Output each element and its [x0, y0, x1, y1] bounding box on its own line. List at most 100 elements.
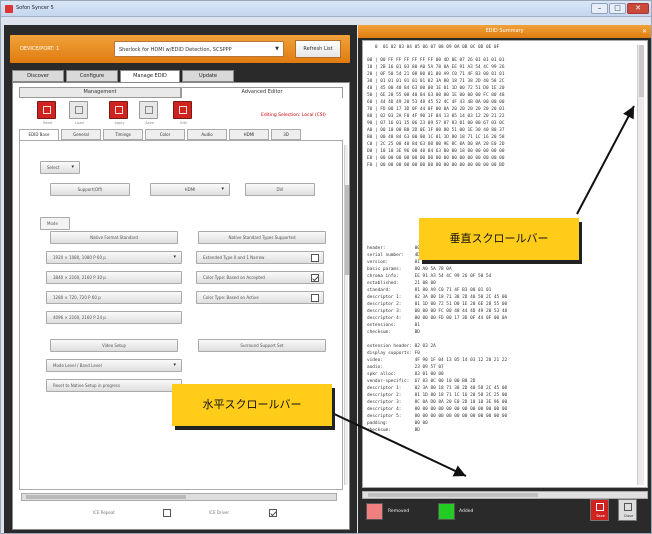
dvi-button[interactable]: DVI [245, 183, 315, 196]
checkbox-1[interactable] [311, 254, 319, 262]
refresh-list-button[interactable]: Refresh List [295, 40, 341, 58]
checkbox-2[interactable] [311, 274, 319, 282]
decoded-line: checksum: BD [367, 330, 420, 335]
tab-audio[interactable]: Audio [187, 129, 227, 140]
maximize-button[interactable]: □ [609, 3, 626, 14]
left-vertical-scrollbar[interactable] [344, 145, 349, 485]
ice-driver-checkbox[interactable] [269, 509, 277, 517]
decoded-line: descriptor 4: 00 00 00 FD 00 17 3D 0F 44… [367, 316, 508, 321]
video-setup-button[interactable]: Video Setup [50, 339, 178, 352]
edit-label: Edit [180, 121, 187, 125]
left-pane: DEVICE/PORT: 1 Sherlock for HDMI w/EDID … [4, 25, 357, 533]
decoded-line: extensions: 01 [367, 323, 420, 328]
option-row-3[interactable]: Color Type: Based on Active [196, 291, 324, 304]
hdmi-select-value: HDMI [184, 187, 196, 192]
device-select-value: Sherlock for HDMI w/EDID Detection, SCSP… [119, 47, 232, 53]
tab-update[interactable]: Update [182, 70, 234, 82]
left-horizontal-scroll-thumb[interactable] [26, 495, 186, 499]
title-bar: Sofon Syncer 5 – □ ✕ [1, 1, 651, 17]
vertical-scrollbar[interactable] [637, 45, 644, 485]
edid-summary-pane: EDID Summary ✕ 0 01 02 03 04 05 06 07 08… [358, 25, 651, 533]
save-button[interactable]: Save [139, 101, 158, 125]
hex-row: 60 | 44 4D 49 20 53 48 45 52 4C 4F 43 4B… [367, 100, 505, 105]
app-window: Sofon Syncer 5 – □ ✕ DEVICE/PORT: 1 Sher… [0, 0, 652, 534]
checkbox-3[interactable] [311, 294, 319, 302]
summary-close-button[interactable]: Close [618, 499, 637, 521]
decoded-line: display supports: F0 [367, 351, 420, 356]
hex-row: D0 | 10 10 3E 96 00 40 84 63 00 00 18 00… [367, 149, 505, 154]
device-select[interactable]: Sherlock for HDMI w/EDID Detection, SCSP… [114, 41, 284, 57]
tab-color[interactable]: Color [145, 129, 185, 140]
read-button[interactable]: Read [37, 101, 56, 125]
summary-save-button[interactable]: Save [590, 499, 609, 521]
added-label: Added [459, 509, 474, 514]
resolution-row-2[interactable]: 3840 × 2160, 2160 P 30 p [46, 271, 182, 284]
minimize-button[interactable]: – [591, 3, 608, 14]
device-bar: DEVICE/PORT: 1 Sherlock for HDMI w/EDID … [10, 35, 350, 63]
save-icon [145, 106, 153, 114]
edid-summary-title: EDID Summary [485, 28, 524, 34]
summary-close-label: Close [623, 514, 634, 518]
option-row-2[interactable]: Color Type: Based on Accepted [196, 271, 324, 284]
close-icon[interactable]: ✕ [642, 25, 647, 38]
hex-column-header: 0 01 02 03 04 05 06 07 08 09 0A 0B 0C 0D… [367, 45, 500, 50]
resolution-row-4[interactable]: 4096 × 2160, 2160 P 24 p [46, 311, 182, 324]
native-types-button[interactable]: Native Standard Types Supported [198, 231, 326, 244]
tab-configure[interactable]: Configure [66, 70, 118, 82]
decoded-fields: header: 00 FF FF FF FF FF FF 00serial nu… [367, 245, 507, 434]
save-label: Save [145, 121, 154, 125]
decoded-line: descriptor 5: 00 00 00 00 00 00 00 00 00… [367, 414, 508, 419]
left-horizontal-scrollbar[interactable] [21, 493, 337, 501]
horizontal-scroll-thumb[interactable] [368, 493, 538, 497]
chevron-down-icon: ▼ [275, 46, 279, 52]
load-icon [75, 106, 83, 114]
horizontal-scrollbar[interactable] [362, 491, 648, 499]
tab-edid-base[interactable]: EDID Base [19, 129, 59, 140]
tab-advanced-editor[interactable]: Advanced Editor [181, 87, 343, 98]
surround-support-button[interactable]: Surround Support Set [198, 339, 326, 352]
tab-discover[interactable]: Discover [12, 70, 64, 82]
hex-row: 10 | 2B 16 01 03 80 A0 5A 78 0A EE 91 A3… [367, 65, 505, 70]
edit-icon [179, 106, 187, 114]
summary-save-label: Save [596, 514, 605, 518]
apply-button[interactable]: Apply [109, 101, 128, 125]
tab-timings[interactable]: Timings [103, 129, 143, 140]
resolution-select-1[interactable]: 1920 × 1080, 1080 P 60 p ▾ [46, 251, 182, 264]
select-dropdown[interactable]: Select ▾ [40, 161, 80, 174]
load-button[interactable]: Load [69, 101, 88, 125]
hex-view: 0 01 02 03 04 05 06 07 08 09 0A 0B 0C 0D… [362, 40, 648, 488]
decoded-line: descriptor 3: 8C 0A D0 8A 20 E0 2D 10 10… [367, 400, 508, 405]
close-button[interactable]: ✕ [627, 3, 649, 14]
mode-level-select[interactable]: Mode Level / Band Level ▾ [46, 359, 182, 372]
ice-repeat-checkbox[interactable] [163, 509, 171, 517]
hex-row: 40 | 45 00 40 84 63 00 00 1E 01 1D 00 72… [367, 86, 505, 91]
edit-button[interactable]: Edit [173, 101, 192, 125]
hex-row: A0 | 00 10 00 B8 2D 0E 1F 00 80 51 00 1E… [367, 128, 505, 133]
hex-row: E0 | 00 00 00 00 00 00 00 00 00 00 00 00… [367, 156, 505, 161]
option-row-1[interactable]: Extended Type 0 and 1 Narrow [196, 251, 324, 264]
tab-management[interactable]: Management [19, 87, 181, 98]
native-format-button[interactable]: Native Format Standard [50, 231, 178, 244]
apply-label: Apply [114, 121, 125, 125]
hex-row: F0 | 00 00 00 00 00 00 00 00 00 00 00 00… [367, 163, 505, 168]
decoded-line: checksum: BD [367, 428, 420, 433]
load-label: Load [75, 121, 84, 125]
read-icon [43, 106, 51, 114]
mode-label: Mode [40, 217, 70, 230]
resolution-row-3[interactable]: 1280 × 720, 720 P 60 p [46, 291, 182, 304]
decoded-line: descriptor 1: 02 3A 80 18 71 38 2D 40 58… [367, 386, 508, 391]
app-icon [5, 5, 13, 13]
hex-row: 50 | 6E 28 55 00 40 84 63 00 00 1E 00 00… [367, 93, 505, 98]
option-label-2: Color Type: Based on Accepted [203, 275, 265, 280]
tab-general[interactable]: General [61, 129, 101, 140]
sub-tabs: Management Advanced Editor [19, 87, 343, 98]
hdmi-select[interactable]: HDMI ▾ [150, 183, 230, 196]
left-vertical-scroll-thumb[interactable] [345, 185, 349, 275]
vertical-scroll-thumb[interactable] [639, 45, 644, 97]
tab-3d[interactable]: 3D [271, 129, 301, 140]
support-button[interactable]: Support(Off) [50, 183, 130, 196]
removed-label: Removed [388, 509, 410, 514]
resolution-value-1: 1920 × 1080, 1080 P 60 p [53, 255, 106, 260]
tab-hdmi[interactable]: HDMI [229, 129, 269, 140]
reset-native-button[interactable]: Reset to Native Setup in progress [46, 379, 182, 392]
